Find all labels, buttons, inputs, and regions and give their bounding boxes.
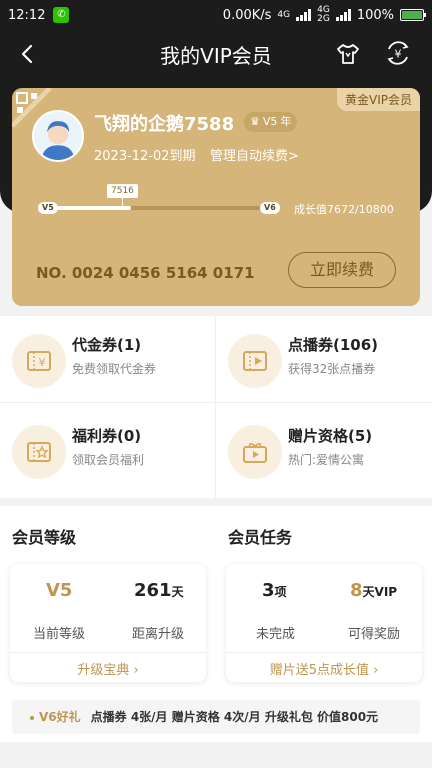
gift-film-icon xyxy=(228,425,282,479)
member-tasks-panel[interactable]: 3项 8天VIP 未完成 可得奖励 赠片送5点成长值 › xyxy=(226,564,422,682)
divider xyxy=(10,652,206,653)
coupon-subtitle: 热门:爱情公寓 xyxy=(288,453,365,467)
reward-days: 8天VIP xyxy=(350,580,397,601)
progress-end-level: V6 xyxy=(260,202,280,214)
days-unit: 天 xyxy=(171,585,184,599)
reward-days-unit: 天VIP xyxy=(362,585,398,599)
vip-level-badge: ♛ V5 年 xyxy=(244,112,298,132)
nav-bar: 我的VIP会员 ¥ xyxy=(0,30,432,78)
battery-percent: 100% xyxy=(356,7,394,23)
vip-level-badge-suffix: 年 xyxy=(280,115,292,128)
page-title: 我的VIP会员 xyxy=(160,43,272,68)
chevron-right-icon: › xyxy=(373,663,379,678)
pending-tasks-unit: 项 xyxy=(274,585,287,599)
coupon-grid: ¥ 代金券(1) 免费领取代金券 点播券(106) 获得32张点播券 福利券(0… xyxy=(0,316,432,498)
signal-label-2: 4G 2G xyxy=(317,6,330,24)
pending-tasks-label: 未完成 xyxy=(256,627,296,642)
coupon-gift-film[interactable]: 赠片资格(5) 热门:爱情公寓 xyxy=(216,407,432,498)
gift-film-task-label: 赠片送5点成长值 xyxy=(269,663,369,678)
coin-exchange-icon[interactable]: ¥ xyxy=(384,39,412,67)
renew-now-button[interactable]: 立即续费 xyxy=(288,252,396,288)
wechat-notification-icon: ✆ xyxy=(53,7,70,23)
member-level-panel[interactable]: V5 261天 当前等级 距离升级 升级宝典 › xyxy=(10,564,206,682)
progress-marker-value: 7516 xyxy=(107,184,138,198)
days-to-upgrade-value: 261 xyxy=(134,580,172,601)
svg-text:¥: ¥ xyxy=(395,48,402,61)
star-ticket-icon xyxy=(12,425,66,479)
manage-auto-renew-link[interactable]: 管理自动续费> xyxy=(210,145,299,164)
signal-label-1: 4G xyxy=(277,9,291,20)
reward-label: 可得奖励 xyxy=(348,627,401,642)
coupon-subtitle: 领取会员福利 xyxy=(72,453,145,467)
vip-card: 黄金VIP会员 飞翔的企鹅7588 ♛ V5 年 2023-12-02到期 管理… xyxy=(12,88,420,306)
tshirt-icon[interactable] xyxy=(334,40,362,68)
coupon-title: 代金券(1) xyxy=(72,336,142,354)
gift-film-task-link[interactable]: 赠片送5点成长值 › xyxy=(226,659,422,678)
days-to-upgrade: 261天 xyxy=(134,580,184,601)
chevron-right-icon: › xyxy=(133,663,139,678)
expire-date: 2023-12-02到期 xyxy=(94,149,196,164)
coupon-welfare[interactable]: 福利券(0) 领取会员福利 xyxy=(0,407,216,498)
signal-bars-icon xyxy=(335,9,351,21)
coupon-voucher[interactable]: ¥ 代金券(1) 免费领取代金券 xyxy=(0,316,216,407)
member-section: 会员等级 会员任务 V5 261天 当前等级 距离升级 升级宝典 › 3项 8天… xyxy=(0,506,432,742)
coupon-subtitle: 获得32张点播券 xyxy=(288,362,376,376)
coupon-subtitle: 免费领取代金券 xyxy=(72,362,157,376)
progress-start-level: V5 xyxy=(38,202,58,214)
crown-icon: ♛ xyxy=(250,115,260,128)
growth-value: 成长值7672/10800 xyxy=(294,203,394,216)
v6-benefits-label: V6好礼 xyxy=(39,710,81,724)
days-to-upgrade-label: 距离升级 xyxy=(132,627,185,642)
avatar[interactable] xyxy=(32,110,84,162)
bullet-dot-icon xyxy=(30,715,34,720)
pending-tasks-value: 3 xyxy=(262,580,275,601)
upgrade-guide-label: 升级宝典 xyxy=(77,663,130,678)
back-arrow-icon[interactable] xyxy=(16,42,40,66)
upgrade-guide-link[interactable]: 升级宝典 › xyxy=(10,659,206,678)
status-time: 12:12 xyxy=(8,7,46,23)
growth-progress-bar xyxy=(44,206,280,210)
reward-days-value: 8 xyxy=(350,580,363,601)
current-level-value: V5 xyxy=(46,580,73,601)
play-ticket-icon xyxy=(228,334,282,388)
coupon-title: 福利券(0) xyxy=(72,427,142,445)
card-number: NO. 0024 0456 5164 0171 xyxy=(36,264,255,282)
divider xyxy=(226,652,422,653)
progress-marker-line xyxy=(122,198,123,208)
coupon-on-demand[interactable]: 点播券(106) 获得32张点播券 xyxy=(216,316,432,407)
member-level-title: 会员等级 xyxy=(12,528,77,547)
username: 飞翔的企鹅7588 xyxy=(94,114,235,135)
yen-ticket-icon: ¥ xyxy=(12,334,66,388)
current-level-label: 当前等级 xyxy=(33,627,86,642)
status-bar: 12:12 ✆ 0.00K/s 4G 4G 2G 100% xyxy=(0,0,432,30)
network-speed: 0.00K/s xyxy=(222,7,272,23)
coupon-title: 点播券(106) xyxy=(288,336,379,354)
v6-benefits-banner[interactable]: V6好礼 点播券 4张/月 赠片资格 4次/月 升级礼包 价值800元 xyxy=(12,700,420,734)
pending-tasks: 3项 xyxy=(262,580,287,601)
svg-text:¥: ¥ xyxy=(39,356,46,369)
v6-benefits-text: 点播券 4张/月 赠片资格 4次/月 升级礼包 价值800元 xyxy=(90,710,379,724)
coupon-title: 赠片资格(5) xyxy=(288,427,373,445)
signal-bars-icon xyxy=(296,9,312,21)
avatar-face-icon xyxy=(41,121,75,160)
signal-label-3-text: 2G xyxy=(317,14,330,24)
vip-tier-tag: 黄金VIP会员 xyxy=(337,88,420,111)
battery-icon xyxy=(400,9,426,21)
member-tasks-title: 会员任务 xyxy=(228,528,293,547)
vip-level-badge-label: V5 xyxy=(262,115,278,128)
